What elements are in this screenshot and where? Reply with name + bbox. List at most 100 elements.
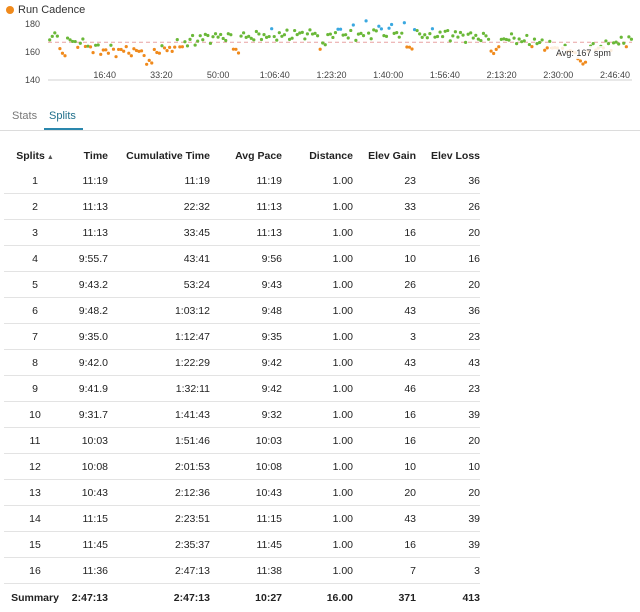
- table-row[interactable]: 211:1322:3211:131.003326: [4, 194, 480, 220]
- cadence-point: [622, 42, 625, 45]
- cadence-point: [48, 38, 51, 41]
- avg-pace-cell: 9:43: [210, 272, 282, 298]
- cadence-point: [262, 33, 265, 36]
- cadence-point: [283, 33, 286, 36]
- cadence-point: [306, 32, 309, 35]
- cadence-point: [63, 54, 66, 57]
- cadence-point: [617, 42, 620, 45]
- cadence-point: [99, 53, 102, 56]
- table-row[interactable]: 1210:082:01:5310:081.001010: [4, 454, 480, 480]
- cumulative-time-cell: 1:32:11: [108, 376, 210, 402]
- cadence-point: [275, 38, 278, 41]
- elev-loss-cell: 39: [416, 402, 480, 428]
- header-elev-loss[interactable]: Elev Loss: [416, 144, 480, 168]
- split-number-cell: 11: [4, 428, 66, 454]
- table-row[interactable]: 79:35.01:12:479:351.00323: [4, 324, 480, 350]
- table-row[interactable]: 99:41.91:32:119:421.004623: [4, 376, 480, 402]
- distance-cell: 1.00: [282, 558, 353, 584]
- table-row[interactable]: 1611:362:47:1311:381.0073: [4, 558, 480, 584]
- avg-pace-cell: 11:38: [210, 558, 282, 584]
- cadence-point: [584, 61, 587, 64]
- cadence-point: [91, 51, 94, 54]
- cadence-point: [125, 45, 128, 48]
- cadence-point: [140, 49, 143, 52]
- table-row[interactable]: 1411:152:23:5111:151.004339: [4, 506, 480, 532]
- cadence-point: [293, 29, 296, 32]
- summary-avg-pace-cell: 10:27: [210, 584, 282, 612]
- cadence-point: [515, 42, 518, 45]
- cadence-point: [630, 38, 633, 41]
- cumulative-time-cell: 2:01:53: [108, 454, 210, 480]
- cadence-point: [209, 42, 212, 45]
- cadence-point: [507, 38, 510, 41]
- table-row[interactable]: 49:55.743:419:561.001016: [4, 246, 480, 272]
- header-avg-pace[interactable]: Avg Pace: [210, 144, 282, 168]
- x-tick-label: 1:23:20: [316, 70, 346, 80]
- header-cumulative-time[interactable]: Cumulative Time: [108, 144, 210, 168]
- header-time[interactable]: Time: [66, 144, 108, 168]
- cadence-point: [74, 40, 77, 43]
- y-tick-label: 140: [25, 75, 40, 85]
- x-tick-label: 2:46:40: [600, 70, 630, 80]
- cadence-point: [604, 39, 607, 42]
- cadence-point: [352, 23, 355, 26]
- cadence-point: [148, 59, 151, 62]
- cadence-point: [615, 41, 618, 44]
- active-tab-indicator: [44, 128, 83, 130]
- distance-cell: 1.00: [282, 454, 353, 480]
- cadence-point: [160, 44, 163, 47]
- table-row[interactable]: 311:1333:4511:131.001620: [4, 220, 480, 246]
- cadence-point: [423, 33, 426, 36]
- cadence-point: [387, 27, 390, 30]
- header-elev-gain[interactable]: Elev Gain: [353, 144, 416, 168]
- cadence-point: [472, 36, 475, 39]
- header-distance[interactable]: Distance: [282, 144, 353, 168]
- table-row[interactable]: 1511:452:35:3711:451.001639: [4, 532, 480, 558]
- cadence-point: [79, 42, 82, 45]
- table-row[interactable]: 59:43.253:249:431.002620: [4, 272, 480, 298]
- cadence-point: [285, 29, 288, 32]
- elev-loss-cell: 20: [416, 428, 480, 454]
- table-row[interactable]: 111:1911:1911:191.002336: [4, 168, 480, 194]
- cadence-point: [194, 43, 197, 46]
- chart-legend[interactable]: Run Cadence: [6, 4, 85, 16]
- cadence-point: [222, 37, 225, 40]
- avg-pace-cell: 11:19: [210, 168, 282, 194]
- splits-table: Splits▲ Time Cumulative Time Avg Pace Di…: [4, 144, 480, 612]
- tab-stats[interactable]: Stats: [12, 110, 37, 122]
- cadence-point: [487, 38, 490, 41]
- elev-gain-cell: 7: [353, 558, 416, 584]
- cadence-point: [354, 39, 357, 42]
- table-row[interactable]: 69:48.21:03:129:481.004336: [4, 298, 480, 324]
- cadence-point: [362, 34, 365, 37]
- split-number-cell: 10: [4, 402, 66, 428]
- avg-pace-cell: 11:15: [210, 506, 282, 532]
- summary-elev-gain-cell: 371: [353, 584, 416, 612]
- cadence-point: [546, 46, 549, 49]
- cadence-point: [324, 43, 327, 46]
- cumulative-time-cell: 1:22:29: [108, 350, 210, 376]
- cadence-point: [451, 34, 454, 37]
- table-row[interactable]: 89:42.01:22:299:421.004343: [4, 350, 480, 376]
- split-time-cell: 10:43: [66, 480, 108, 506]
- table-row[interactable]: 109:31.71:41:439:321.001639: [4, 402, 480, 428]
- cadence-point: [53, 31, 56, 34]
- distance-cell: 1.00: [282, 168, 353, 194]
- table-row[interactable]: 1310:432:12:3610:431.002020: [4, 480, 480, 506]
- elev-loss-cell: 36: [416, 168, 480, 194]
- cadence-chart: 18016014016:4033:2050:001:06:401:23:201:…: [0, 0, 640, 92]
- cadence-point: [492, 52, 495, 55]
- split-time-cell: 9:31.7: [66, 402, 108, 428]
- cadence-point: [216, 36, 219, 39]
- y-tick-label: 180: [25, 19, 40, 29]
- cadence-point: [242, 31, 245, 34]
- split-time-cell: 11:15: [66, 506, 108, 532]
- table-row[interactable]: 1110:031:51:4610:031.001620: [4, 428, 480, 454]
- tab-splits[interactable]: Splits: [49, 110, 76, 122]
- cadence-point: [461, 34, 464, 37]
- cadence-point: [163, 46, 166, 49]
- cadence-point: [518, 37, 521, 40]
- sort-up-icon: ▲: [47, 154, 54, 161]
- cadence-point: [278, 31, 281, 34]
- header-splits[interactable]: Splits▲: [4, 144, 66, 168]
